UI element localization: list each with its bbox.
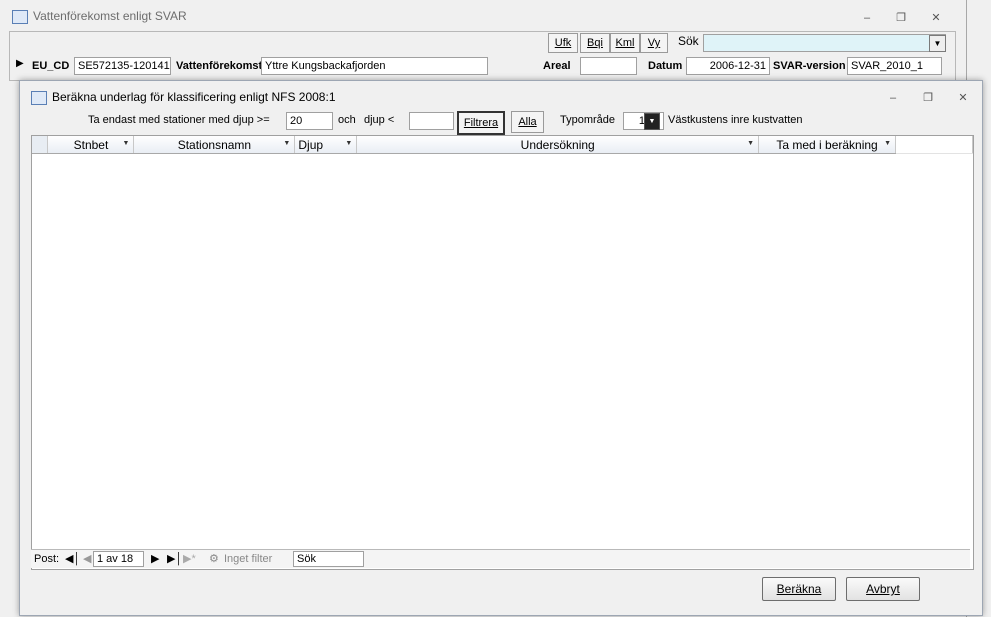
filtrera-button[interactable]: Filtrera bbox=[457, 111, 505, 135]
typomrade-label: Typområde bbox=[560, 114, 616, 126]
close-icon[interactable]: ✕ bbox=[925, 9, 947, 27]
vattenforekomst-label: Vattenförekomst bbox=[176, 60, 263, 72]
column-header-empty bbox=[895, 136, 973, 154]
calculation-dialog: Beräkna underlag för klassificering enli… bbox=[19, 80, 983, 616]
alla-button[interactable]: Alla bbox=[511, 111, 544, 133]
kml-button[interactable]: Kml bbox=[610, 33, 640, 53]
chevron-down-icon[interactable]: ▼ bbox=[929, 35, 946, 52]
next-record-icon[interactable]: ▶ bbox=[151, 550, 159, 568]
stations-datasheet: Stnbet ▼ Stationsnamn ▼ Djup ▼ Undersökning… bbox=[31, 135, 974, 570]
eu-cd-label: EU_CD bbox=[32, 60, 70, 72]
ufk-button[interactable]: Ufk bbox=[548, 33, 578, 53]
record-selector-icon: ▶ bbox=[16, 58, 24, 69]
minimize-icon[interactable]: – bbox=[882, 89, 904, 107]
column-header-ta-med[interactable]: Ta med i beräkning ▼ bbox=[758, 136, 897, 154]
bqi-button[interactable]: Bqi bbox=[580, 33, 610, 53]
close-icon[interactable]: ✕ bbox=[952, 89, 974, 107]
restore-icon[interactable]: ❐ bbox=[890, 9, 912, 27]
first-record-icon[interactable]: ◀│ bbox=[65, 550, 80, 568]
depth-max-field[interactable] bbox=[409, 112, 454, 130]
chevron-down-icon[interactable]: ▼ bbox=[644, 113, 660, 130]
datum-field[interactable]: 2006-12-31 bbox=[686, 57, 770, 75]
column-header-undersokning[interactable]: Undersökning ▼ bbox=[356, 136, 760, 154]
areal-label: Areal bbox=[543, 60, 571, 72]
areal-field[interactable] bbox=[580, 57, 637, 75]
record-navigation-bar: Post: ◀│ ◀ 1 av 18 ▶ ▶│ ▶* ⚙ Inget filte… bbox=[31, 549, 970, 568]
column-header-stationsnamn[interactable]: Stationsnamn ▼ bbox=[133, 136, 296, 154]
typomrade-description: Västkustens inre kustvatten bbox=[668, 114, 803, 126]
avbryt-button[interactable]: Avbryt bbox=[846, 577, 920, 601]
depth-min-field[interactable]: 20 bbox=[286, 112, 333, 130]
svar-version-label: SVAR-version bbox=[773, 60, 846, 72]
nav-search-field[interactable]: Sök bbox=[293, 551, 364, 567]
no-filter-label[interactable]: Inget filter bbox=[224, 550, 272, 568]
stations-table: Stnbet ▼ Stationsnamn ▼ Djup ▼ Undersökning… bbox=[32, 136, 973, 154]
och-label: och bbox=[338, 114, 356, 126]
form-icon bbox=[31, 91, 47, 105]
last-record-icon[interactable]: ▶│ bbox=[167, 550, 182, 568]
vy-button[interactable]: Vy bbox=[640, 33, 668, 53]
column-header-djup[interactable]: Djup ▼ bbox=[294, 136, 358, 154]
form-icon bbox=[12, 10, 28, 24]
post-label: Post: bbox=[34, 553, 60, 565]
select-all-corner[interactable] bbox=[32, 136, 49, 154]
svar-version-field[interactable]: SVAR_2010_1 bbox=[847, 57, 942, 75]
search-combo[interactable] bbox=[703, 34, 946, 52]
minimize-icon[interactable]: – bbox=[856, 9, 878, 27]
search-label: Sök bbox=[678, 34, 699, 48]
new-record-icon[interactable]: ▶* bbox=[183, 550, 196, 568]
previous-record-icon[interactable]: ◀ bbox=[83, 550, 91, 568]
djup-lt-label: djup < bbox=[364, 114, 395, 126]
column-header-stnbet[interactable]: Stnbet ▼ bbox=[47, 136, 135, 154]
depth-filter-label: Ta endast med stationer med djup >= bbox=[88, 114, 270, 126]
back-window-title: Vattenförekomst enligt SVAR bbox=[33, 9, 187, 23]
eu-cd-field[interactable]: SE572135-120141 bbox=[74, 57, 171, 75]
datum-label: Datum bbox=[648, 60, 683, 72]
current-record-field[interactable]: 1 av 18 bbox=[93, 551, 144, 567]
dialog-title: Beräkna underlag för klassificering enli… bbox=[52, 90, 336, 104]
berakna-button[interactable]: Beräkna bbox=[762, 577, 836, 601]
restore-icon[interactable]: ❐ bbox=[917, 89, 939, 107]
filter-icon: ⚙ bbox=[209, 553, 219, 565]
vattenforekomst-field[interactable]: Yttre Kungsbackafjorden bbox=[261, 57, 488, 75]
